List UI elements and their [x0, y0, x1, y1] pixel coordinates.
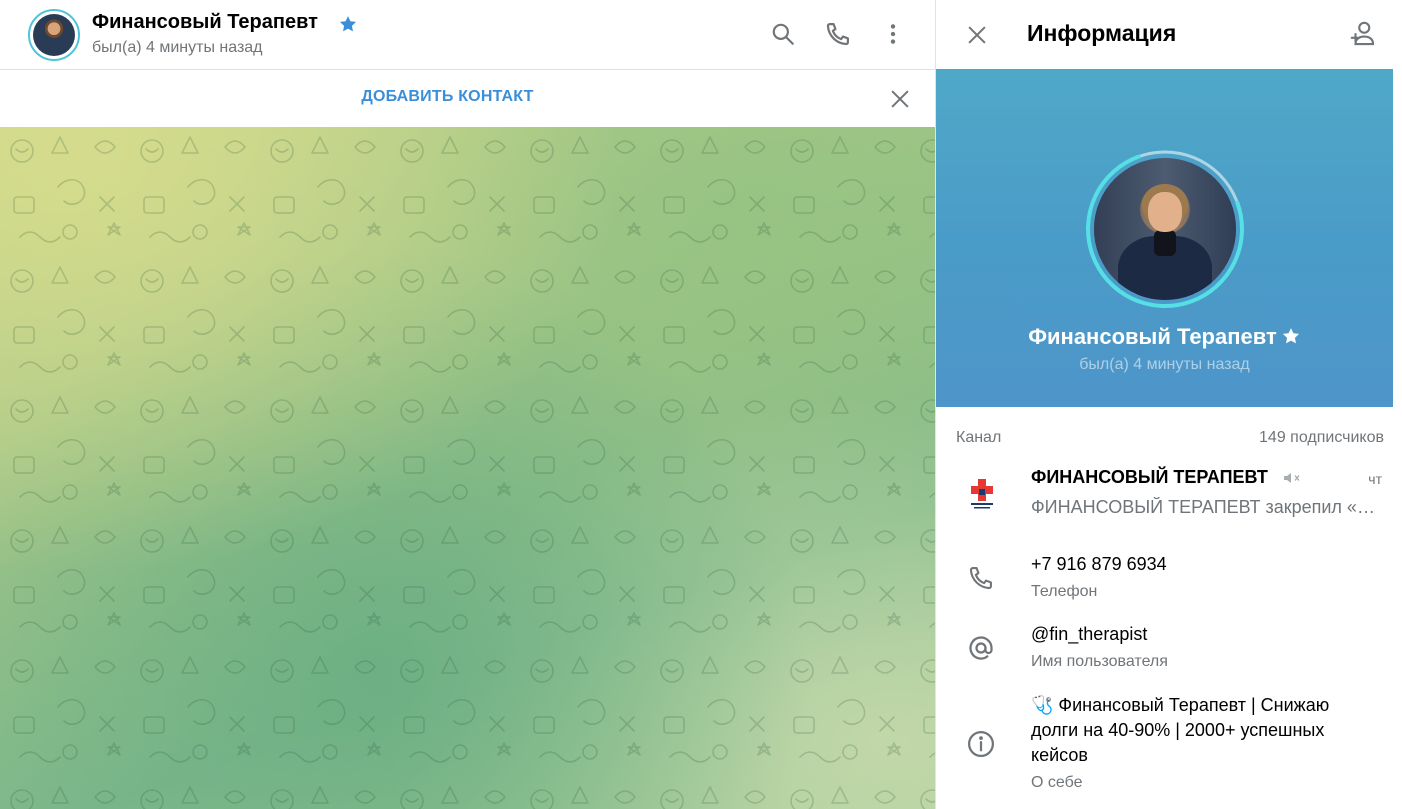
- phone-label: Телефон: [1031, 583, 1098, 600]
- more-vertical-icon: [890, 24, 896, 44]
- profile-name-text: Финансовый Терапевт: [1028, 324, 1277, 349]
- info-close-button[interactable]: [960, 18, 994, 52]
- add-contact-close-button[interactable]: [884, 83, 916, 115]
- chat-title[interactable]: Финансовый Терапевт: [92, 11, 318, 34]
- phone-number: +7 916 879 6934: [1031, 554, 1167, 574]
- add-contact-bar: ДОБАВИТЬ КОНТАКТ: [0, 70, 935, 127]
- info-icon: [964, 727, 998, 761]
- username-value: @fin_therapist: [1031, 624, 1148, 644]
- profile-name: Финансовый Терапевт: [936, 324, 1393, 350]
- channel-title: ФИНАНСОВЫЙ ТЕРАПЕВТ: [1031, 467, 1268, 487]
- channel-preview: ФИНАНСОВЫЙ ТЕРАПЕВТ закрепил «Ознакомьте…: [1031, 497, 1376, 517]
- chat-pane: Финансовый Терапевт был(а) 4 минуты наза…: [0, 0, 935, 809]
- chat-header[interactable]: Финансовый Терапевт был(а) 4 минуты наза…: [0, 0, 935, 70]
- bio-text: 🩺 Финансовый Терапевт | Снижаю долги на …: [1031, 695, 1330, 765]
- username-label: Имя пользователя: [1031, 653, 1168, 670]
- search-icon: [772, 23, 794, 45]
- phone-icon: [826, 22, 850, 46]
- info-title: Информация: [1027, 20, 1177, 46]
- add-contact-icon-button[interactable]: [1345, 16, 1381, 52]
- muted-icon: [1284, 473, 1300, 483]
- profile-status: был(а) 4 минуты назад: [1079, 356, 1250, 373]
- profile-cover: Финансовый Терапевт был(а) 4 минуты наза…: [936, 69, 1393, 407]
- add-user-icon: [1350, 21, 1375, 46]
- channel-time: чт: [1368, 471, 1382, 487]
- wallpaper-doodle-pattern: [0, 127, 935, 809]
- premium-star-icon: [339, 16, 357, 32]
- avatar[interactable]: [28, 9, 80, 61]
- profile-avatar[interactable]: [1085, 149, 1245, 309]
- phone-icon: [964, 561, 998, 595]
- info-panel: Информация Финансовый Терапевт был(а) 4 …: [935, 0, 1402, 809]
- close-icon: [968, 26, 986, 44]
- channel-label: Канал: [956, 429, 1002, 446]
- add-contact-button[interactable]: ДОБАВИТЬ КОНТАКТ: [0, 88, 895, 106]
- bio-row[interactable]: 🩺 Финансовый Терапевт | Снижаю долги на …: [936, 689, 1402, 799]
- at-sign-icon: [964, 631, 998, 665]
- phone-row[interactable]: +7 916 879 6934 Телефон: [936, 547, 1402, 609]
- channel-item[interactable]: ФИНАНСОВЫЙ ТЕРАПЕВТ чт ФИНАНСОВЫЙ ТЕРАПЕ…: [936, 457, 1402, 527]
- channel-subscribers: 149 подписчиков: [1259, 429, 1384, 446]
- close-icon: [891, 90, 909, 108]
- info-header: Информация: [936, 0, 1402, 69]
- chat-status: был(а) 4 минуты назад: [92, 39, 263, 56]
- channel-logo-icon: [971, 479, 993, 509]
- call-button[interactable]: [821, 17, 855, 51]
- search-button[interactable]: [766, 17, 800, 51]
- username-row[interactable]: @fin_therapist Имя пользователя: [936, 617, 1402, 679]
- bio-label: О себе: [1031, 774, 1083, 791]
- chat-wallpaper: [0, 127, 935, 809]
- premium-star-icon: [1282, 328, 1299, 344]
- more-button[interactable]: [876, 17, 910, 51]
